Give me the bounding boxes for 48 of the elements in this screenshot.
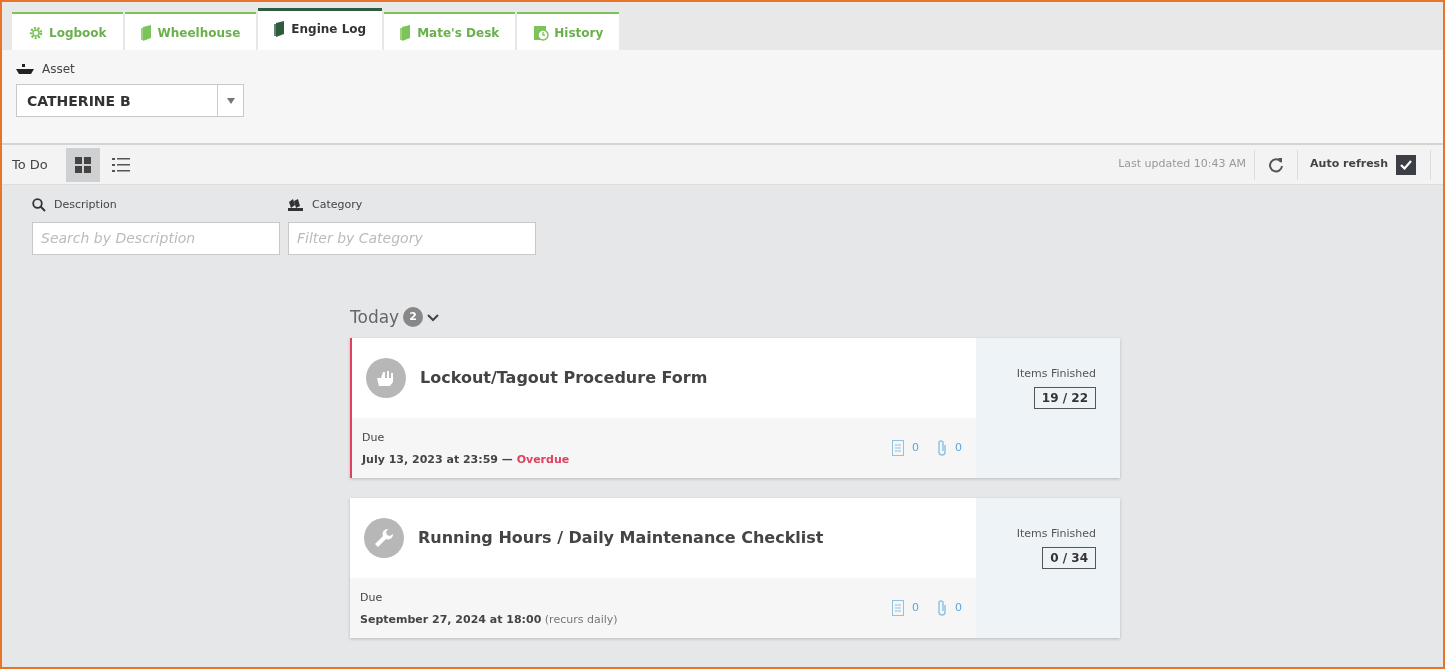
- boat-icon: [16, 64, 34, 74]
- attachments-count: 0: [955, 439, 962, 456]
- clock-book-icon: [533, 25, 550, 41]
- paperclip-icon: [937, 600, 947, 616]
- section-title: To Do: [12, 155, 48, 174]
- due-date: July 13, 2023 at 23:59 — Overdue: [362, 452, 570, 468]
- gear-icon: [28, 25, 44, 41]
- list-icon: [111, 157, 130, 172]
- tab[interactable]: Engine Log: [258, 8, 383, 50]
- paperclip-icon: [937, 440, 947, 456]
- books-icon: [288, 199, 304, 212]
- search-field[interactable]: Search by Description: [32, 221, 280, 255]
- last-updated-text: Last updated 10:43 AM: [1118, 156, 1247, 173]
- wrench-icon: [364, 518, 404, 558]
- items-finished-label: Items Finished: [1016, 366, 1096, 382]
- grid-view-button[interactable]: [65, 147, 100, 182]
- book-icon: [274, 21, 287, 37]
- attachments-count: 0: [955, 599, 962, 616]
- filter-label: Category: [312, 197, 363, 213]
- notes-icon: [892, 440, 904, 456]
- chevron-icon[interactable]: [427, 312, 440, 323]
- caret-icon: [226, 97, 235, 104]
- filter-field[interactable]: Filter by Category: [288, 221, 536, 255]
- items-count: 19 / 22: [1033, 386, 1096, 409]
- task-title[interactable]: Lockout/Tagout Procedure Form: [420, 366, 708, 390]
- book-icon: [140, 25, 153, 41]
- task-title[interactable]: Running Hours / Daily Maintenance Checklist: [418, 526, 824, 550]
- notes-icon: [892, 600, 904, 616]
- book-icon: [400, 25, 413, 41]
- group-title: Today: [350, 305, 400, 329]
- auto-refresh-checkbox[interactable]: [1396, 154, 1416, 175]
- hands-icon: [366, 358, 406, 398]
- due-date: September 27, 2024 at 18:00 (recurs daily): [360, 612, 618, 628]
- search-icon: [32, 198, 46, 213]
- asset-select[interactable]: CATHERINE B: [16, 84, 244, 117]
- count-badge: 2: [403, 307, 424, 328]
- check-icon: [1400, 159, 1412, 170]
- items-finished-label: Items Finished: [1016, 526, 1096, 542]
- grid-icon: [74, 156, 91, 173]
- asset-label: Asset: [42, 61, 75, 78]
- refresh-icon: [1268, 156, 1285, 173]
- filter-label: Description: [54, 197, 117, 213]
- items-count: 0 / 34: [1042, 546, 1096, 569]
- notes-count: 0: [912, 599, 919, 616]
- due-label: Due: [360, 589, 383, 606]
- due-label: Due: [362, 429, 385, 446]
- notes-count: 0: [912, 439, 919, 456]
- auto-refresh-label: Auto refresh: [1310, 156, 1388, 173]
